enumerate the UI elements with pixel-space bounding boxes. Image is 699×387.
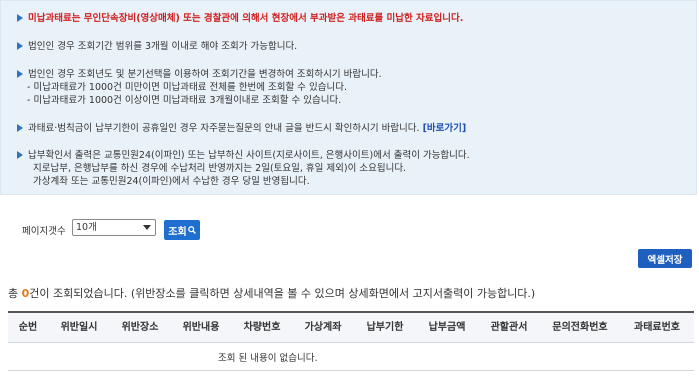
- table-empty-row: 조회 된 내용이 없습니다.: [8, 343, 694, 371]
- bullet-icon: [17, 69, 23, 78]
- bullet-icon: [17, 123, 23, 132]
- notice-line-3: 법인인 경우 조회년도 및 분기선택을 이용하여 조회기간을 변경하여 조회하시…: [17, 68, 382, 81]
- notice-line-4: 과태료·범칙금이 납부기한이 공휴일인 경우 자주묻는질문의 안내 글을 반드시…: [17, 122, 466, 135]
- notice-subline-1: - 미납과태료가 1000건 미만이면 미납과태료 전체를 한번에 조회할 수 …: [27, 82, 348, 93]
- table-header: 순번 위반일시 위반장소 위반내용 차량번호 가상계좌 납부기한 납부금액 관할…: [8, 313, 694, 343]
- page-size-label: 페이지갯수: [22, 226, 66, 237]
- query-button[interactable]: 조회: [164, 220, 200, 240]
- notice-box: 미납과태료는 무인단속장비(영상매체) 또는 경찰관에 의해서 현장에서 부과받…: [0, 0, 697, 195]
- notice-subline-3: 지로납부, 은행납부를 하신 경우에 수납처리 반영까지는 2일(토요일, 휴일…: [33, 163, 407, 174]
- th-fine-number: 과태료번호: [634, 322, 680, 333]
- th-vehicle-number: 차량번호: [243, 322, 281, 333]
- th-amount: 납부금액: [428, 322, 466, 333]
- bullet-icon: [17, 150, 23, 159]
- th-virtual-account: 가상계좌: [304, 322, 342, 333]
- page-size-value: 10개: [76, 222, 97, 233]
- th-contact-phone: 문의전화번호: [552, 322, 608, 333]
- page-size-select[interactable]: 10개: [72, 219, 156, 236]
- result-count: 총 0건이 조회되었습니다. (위반장소를 클릭하면 상세내역을 볼 수 있으며…: [8, 287, 536, 300]
- notice-subline-2: - 미납과태료가 1000건 이상이면 미납과태료 3개월이내로 조회할 수 있…: [27, 95, 342, 106]
- query-button-label: 조회: [168, 226, 187, 238]
- bullet-icon: [17, 13, 23, 22]
- shortcut-link[interactable]: [바로가기]: [423, 123, 467, 134]
- empty-message: 조회 된 내용이 없습니다.: [218, 353, 318, 364]
- notice-subline-4: 가상계좌 또는 교통민원24(이파인)에서 수납한 경우 당일 반영됩니다.: [33, 176, 310, 187]
- excel-save-button[interactable]: 엑셀저장: [638, 249, 692, 268]
- notice-line-5: 납부확인서 출력은 교통민원24(이파인) 또는 납부하신 사이트(지로사이트,…: [17, 149, 470, 162]
- th-seq: 순번: [18, 322, 38, 333]
- notice-line-1: 미납과태료는 무인단속장비(영상매체) 또는 경찰관에 의해서 현장에서 부과받…: [17, 12, 463, 25]
- bullet-icon: [17, 41, 23, 50]
- th-violation-datetime: 위반일시: [60, 322, 98, 333]
- chevron-down-icon: [143, 225, 151, 230]
- search-icon: [187, 226, 196, 234]
- th-jurisdiction: 관할관서: [490, 322, 528, 333]
- th-violation-place: 위반장소: [121, 322, 159, 333]
- th-due-date: 납부기한: [366, 322, 404, 333]
- notice-line-2: 법인인 경우 조회기간 범위를 3개월 이내로 해야 조회가 가능합니다.: [17, 40, 297, 53]
- th-violation-content: 위반내용: [182, 322, 220, 333]
